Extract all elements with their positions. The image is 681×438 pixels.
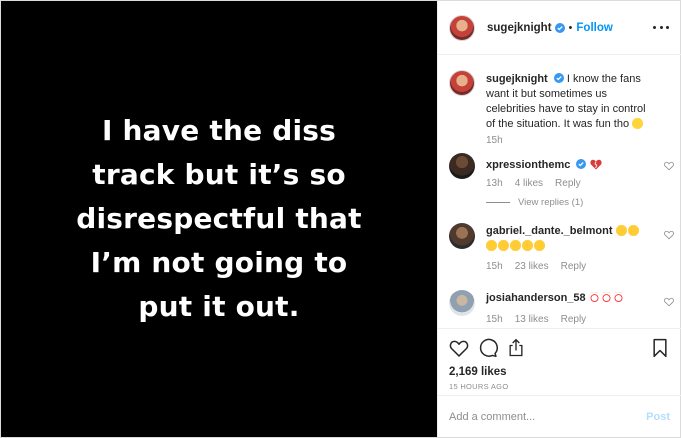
verified-badge-icon [553,73,564,83]
bookmark-icon[interactable] [650,338,670,358]
heart-icon[interactable] [449,338,469,358]
share-icon[interactable] [506,338,526,358]
comment-meta: 15h 13 likes Reply [486,314,586,325]
tears-of-joy-emoji-icon [522,240,533,251]
commenter-username[interactable]: josiahanderson_58 [486,292,586,304]
commenter-username[interactable]: xpressionthemc [486,159,570,171]
comment-like-heart-icon[interactable] [664,297,674,307]
post-image-text: I have the diss track but it’s so disres… [76,114,362,323]
commenter-username[interactable]: gabriel._dante._belmont [486,225,613,237]
post-timestamp[interactable]: 15 HOURS AGO [449,382,508,391]
clown-face-emoji-icon [612,292,624,303]
author-avatar[interactable] [449,14,475,41]
caption-time[interactable]: 15h [486,135,503,146]
comment-likes[interactable]: 4 likes [515,178,543,189]
comment-body: xpressionthemc [486,158,656,173]
comment-icon[interactable] [478,338,498,358]
likes-count[interactable]: 2,169 likes [449,366,507,378]
comment-likes[interactable]: 23 likes [515,261,549,272]
reply-button[interactable]: Reply [555,178,581,189]
caption-avatar[interactable] [449,70,475,96]
commenter-avatar[interactable] [449,153,475,179]
comment-likes[interactable]: 13 likes [515,314,549,325]
clown-face-emoji-icon [588,292,600,303]
comment-meta: 13h 4 likes Reply [486,178,581,189]
header-separator: • [568,21,573,34]
reply-button[interactable]: Reply [561,261,587,272]
verified-badge-icon [576,159,587,169]
tears-of-joy-emoji-icon [627,225,639,236]
comment-time[interactable]: 15h [486,314,503,325]
comments-section: sugejknight I know the fans want it but … [438,56,681,328]
commenter-avatar[interactable] [449,223,475,249]
comment-meta: 15h 23 likes Reply [486,261,586,272]
caption-username[interactable]: sugejknight [486,73,548,85]
clown-face-emoji-icon [600,292,612,303]
caption-body: sugejknight I know the fans want it but … [486,72,656,132]
post-image[interactable]: I have the diss track but it’s so disres… [1,1,437,437]
caption-meta: 15h [486,135,503,146]
verified-badge-icon [554,22,565,33]
comment-time[interactable]: 13h [486,178,503,189]
post-header: sugejknight • Follow [438,1,681,55]
replies-divider [486,202,510,203]
comment-time[interactable]: 15h [486,261,503,272]
author-username[interactable]: sugejknight [487,22,552,34]
comment-body: gabriel._dante._belmont [486,224,656,254]
comment-like-heart-icon[interactable] [664,230,674,240]
broken-heart-icon [589,159,602,170]
commenter-avatar[interactable] [449,290,475,316]
post-comment-button[interactable]: Post [646,411,670,423]
follow-button[interactable]: Follow [576,22,612,34]
tears-of-joy-emoji-icon [615,225,627,236]
slightly-smiling-face-icon [632,118,644,129]
add-comment-input[interactable] [449,410,629,423]
tears-of-joy-emoji-icon [510,240,521,251]
tears-of-joy-emoji-icon [486,240,497,251]
add-comment-bar: Post [438,395,681,437]
view-replies-button[interactable]: View replies (1) [486,197,583,208]
tears-of-joy-emoji-icon [498,240,509,251]
post-actions: 2,169 likes 15 HOURS AGO [438,328,681,394]
view-replies-label: View replies (1) [518,197,584,208]
reply-button[interactable]: Reply [561,314,587,325]
comment-like-heart-icon[interactable] [664,161,674,171]
more-options-icon[interactable] [653,21,669,33]
tears-of-joy-emoji-icon [534,240,545,251]
comment-body: josiahanderson_58 [486,291,656,306]
post-side-panel: sugejknight • Follow sugejknight I know … [437,1,681,437]
